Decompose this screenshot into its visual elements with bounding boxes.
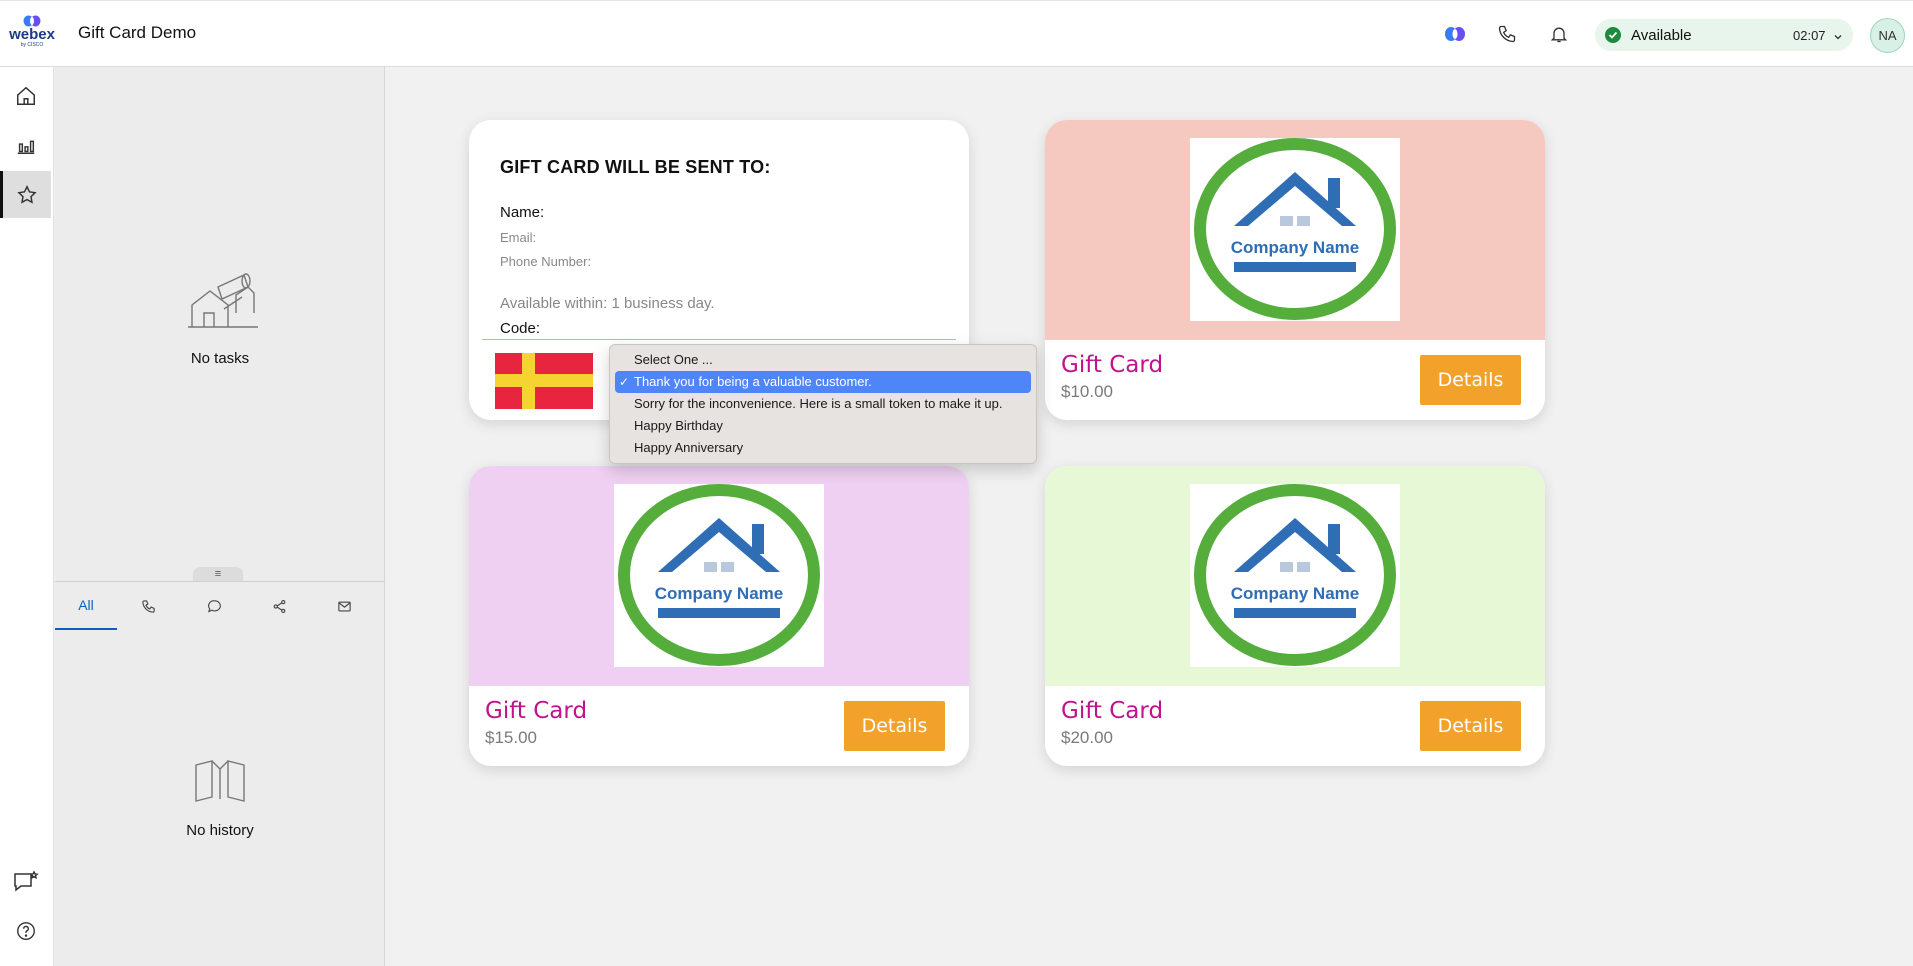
gift-card-price: $15.00: [485, 728, 537, 747]
gift-card-15: Company Name Gift Card $15.00 Details: [469, 466, 969, 766]
status-timer: 02:07: [1793, 28, 1826, 43]
gift-card-20: Company Name Gift Card $20.00 Details: [1045, 466, 1545, 766]
phone-icon[interactable]: [1494, 21, 1520, 47]
empty-tasks-illustration: [188, 273, 258, 328]
tab-chats[interactable]: [183, 582, 245, 630]
analytics-icon: [17, 140, 34, 154]
phone-icon: [141, 599, 155, 613]
history-empty-state: No history: [55, 757, 385, 839]
option-label: Sorry for the inconvenience. Here is a s…: [634, 396, 1003, 411]
available-check-icon: [1605, 27, 1621, 43]
availability-text: Available within: 1 business day.: [500, 295, 715, 312]
panel-resize-handle[interactable]: ≡: [193, 567, 243, 581]
logo-text: Company Name: [655, 584, 783, 603]
rail-feedback[interactable]: [0, 857, 51, 904]
share-icon: [273, 599, 285, 613]
main-content: GIFT CARD WILL BE SENT TO: Name: Email: …: [386, 67, 1913, 966]
company-logo-image: Company Name: [1190, 484, 1400, 667]
gift-card-10: Company Name Gift Card $10.00 Details: [1045, 120, 1545, 420]
tab-email[interactable]: [313, 582, 375, 630]
gift-card-price: $10.00: [1061, 382, 1113, 401]
gift-card-art: Company Name: [1045, 120, 1545, 340]
option-happy-anniversary[interactable]: Happy Anniversary: [615, 437, 1031, 459]
history-tabs: All: [55, 582, 385, 630]
webex-logo: webex by CISCO: [8, 15, 56, 55]
feedback-icon: [13, 869, 39, 892]
message-select-menu: Select One ... ✓ Thank you for being a va…: [609, 344, 1037, 464]
country-flag-image: [495, 353, 593, 409]
tab-social[interactable]: [248, 582, 310, 630]
option-label: Happy Birthday: [634, 418, 723, 433]
empty-history-illustration: [195, 760, 245, 802]
option-select-one[interactable]: Select One ...: [615, 349, 1031, 371]
status-label: Available: [1631, 27, 1692, 44]
logo-text: Company Name: [1231, 584, 1359, 603]
help-icon: [16, 921, 35, 940]
rail-analytics[interactable]: [0, 121, 51, 168]
tasks-empty-text: No tasks: [190, 350, 250, 367]
app-title: Gift Card Demo: [78, 23, 197, 42]
logo-text: Company Name: [1231, 238, 1359, 257]
mail-icon: [337, 601, 351, 611]
rail-favorites[interactable]: [0, 171, 51, 218]
form-heading: GIFT CARD WILL BE SENT TO:: [500, 157, 771, 177]
option-label: Happy Anniversary: [634, 440, 744, 455]
tab-all[interactable]: All: [55, 582, 117, 630]
brand-word: webex: [9, 26, 55, 43]
home-icon: [16, 86, 35, 105]
side-panel: No tasks ≡ All No history: [55, 67, 385, 966]
option-label: Thank you for being a valuable customer.: [634, 374, 872, 389]
top-bar: webex by CISCO Gift Card Demo Available …: [0, 0, 1913, 67]
details-button[interactable]: Details: [844, 701, 945, 751]
checkmark-icon: ✓: [619, 375, 630, 389]
gift-card-art: Company Name: [469, 466, 969, 686]
tab-calls[interactable]: [117, 582, 179, 630]
gift-card-title: Gift Card: [1061, 352, 1164, 378]
rail-home[interactable]: [0, 72, 51, 119]
option-happy-birthday[interactable]: Happy Birthday: [615, 415, 1031, 437]
chevron-down-icon: [1833, 29, 1843, 47]
gift-card-price: $20.00: [1061, 728, 1113, 747]
rail-help[interactable]: [0, 907, 51, 954]
user-avatar[interactable]: NA: [1870, 18, 1905, 53]
star-icon: [17, 184, 37, 204]
webex-app-icon[interactable]: [1442, 21, 1468, 47]
email-label: Email:: [500, 230, 537, 245]
gift-card-art: Company Name: [1045, 466, 1545, 686]
option-sorry-inconvenience[interactable]: Sorry for the inconvenience. Here is a s…: [615, 393, 1031, 415]
tasks-empty-state: No tasks: [55, 257, 385, 367]
bell-icon[interactable]: [1546, 21, 1572, 47]
name-label: Name:: [500, 204, 545, 221]
code-label: Code:: [500, 320, 541, 337]
company-logo-image: Company Name: [1190, 138, 1400, 321]
details-button[interactable]: Details: [1420, 355, 1521, 405]
code-field-underline: [482, 339, 956, 340]
option-valuable-customer[interactable]: ✓ Thank you for being a valuable customer…: [615, 371, 1031, 393]
phone-label: Phone Number:: [500, 254, 592, 269]
details-button[interactable]: Details: [1420, 701, 1521, 751]
option-label: Select One ...: [634, 352, 713, 367]
gift-card-title: Gift Card: [1061, 698, 1164, 724]
gift-card-title: Gift Card: [485, 698, 588, 724]
company-logo-image: Company Name: [614, 484, 824, 667]
status-dropdown[interactable]: Available 02:07: [1595, 19, 1853, 51]
chat-icon: [207, 599, 221, 612]
history-empty-text: No history: [186, 822, 254, 839]
left-rail: [0, 67, 54, 966]
